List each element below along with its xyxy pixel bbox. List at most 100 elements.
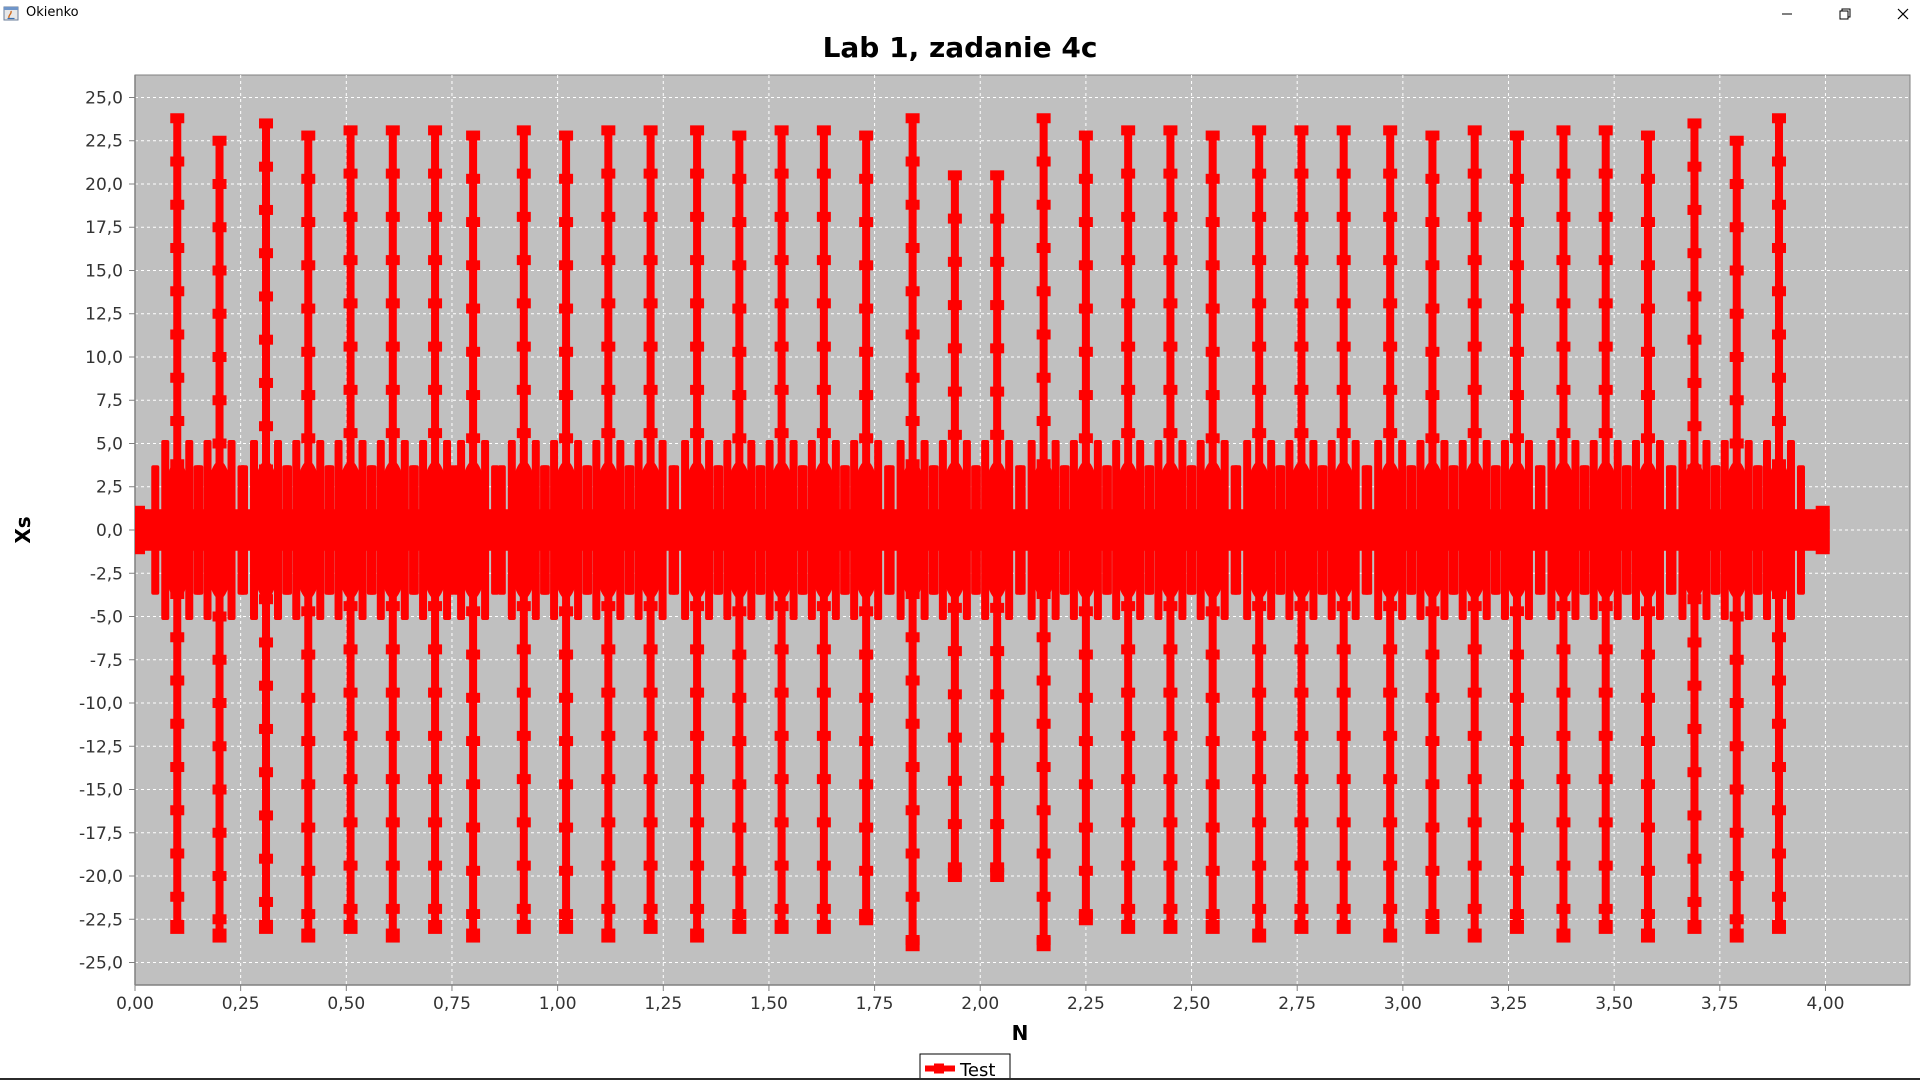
series-marker (1336, 919, 1351, 934)
series-marker (385, 211, 400, 222)
series-marker (1729, 741, 1744, 752)
series-marker (1121, 601, 1136, 612)
y-axis-label: Xs (11, 516, 35, 543)
series-marker (816, 557, 831, 568)
series-marker (1687, 767, 1702, 778)
series-marker (1205, 919, 1220, 934)
series-marker (1205, 779, 1220, 790)
series-marker (170, 113, 185, 124)
series-marker (301, 606, 316, 617)
series-ripple (1448, 465, 1457, 595)
series-marker (816, 255, 831, 266)
series-marker (1556, 903, 1571, 914)
series-marker (947, 516, 962, 527)
series-marker (690, 557, 705, 568)
series-marker (1036, 113, 1051, 124)
series-marker (1383, 644, 1398, 655)
series-marker (1687, 464, 1702, 475)
series-marker (1729, 698, 1744, 709)
series-marker (1509, 865, 1524, 876)
series-marker (1078, 346, 1093, 357)
series-marker (559, 303, 574, 314)
series-ripple (151, 465, 160, 595)
series-marker (859, 217, 874, 228)
series-marker (1336, 860, 1351, 871)
series-marker (1425, 303, 1440, 314)
series-marker (601, 341, 616, 352)
series-marker (385, 255, 400, 266)
series-marker (1598, 919, 1613, 934)
series-marker (259, 723, 274, 734)
series-marker (1687, 334, 1702, 345)
x-tick-label: 1,00 (539, 994, 577, 1014)
series-marker (990, 689, 1005, 700)
series-marker (1425, 909, 1440, 920)
series-ripple (1186, 465, 1195, 595)
series-marker (343, 428, 358, 439)
series-marker (1163, 384, 1178, 395)
series-marker (1294, 687, 1309, 698)
series-marker (774, 125, 789, 136)
series-marker (1729, 481, 1744, 492)
series-marker (343, 557, 358, 568)
series-marker (1383, 298, 1398, 309)
series-ripple (582, 465, 591, 595)
close-button[interactable] (1874, 0, 1920, 28)
series-marker (1252, 514, 1267, 525)
series-marker (690, 255, 705, 266)
y-tick-label: -10,0 (79, 694, 123, 714)
series-marker (259, 248, 274, 259)
series-marker (732, 260, 747, 271)
y-tick-label: 7,5 (96, 391, 123, 411)
series-marker (1467, 428, 1482, 439)
series-marker (1036, 848, 1051, 859)
series-marker (1729, 222, 1744, 233)
series-marker (643, 601, 658, 612)
series-spike (1208, 135, 1217, 928)
series-marker (1252, 428, 1267, 439)
series-marker (905, 805, 920, 816)
series-marker (301, 433, 316, 444)
series-marker (212, 871, 227, 882)
series-marker (1294, 341, 1309, 352)
series-marker (1121, 817, 1136, 828)
series-ripple (1710, 465, 1719, 595)
series-marker (1383, 860, 1398, 871)
series-marker (466, 909, 481, 920)
series-marker (816, 687, 831, 698)
series-marker (1078, 563, 1093, 574)
minimize-button[interactable] (1758, 0, 1816, 28)
series-marker (516, 557, 531, 568)
series-marker (1205, 822, 1220, 833)
series-marker (859, 303, 874, 314)
series-marker (1509, 130, 1524, 141)
restore-icon (1839, 8, 1851, 20)
series-marker (301, 173, 316, 184)
series-marker (1383, 471, 1398, 482)
series-marker (1294, 817, 1309, 828)
series-marker (1383, 514, 1398, 525)
x-axis-label: N (1012, 1021, 1029, 1045)
series-spike (693, 130, 702, 937)
series-marker (601, 730, 616, 741)
series-marker (1336, 471, 1351, 482)
series-marker (343, 514, 358, 525)
series-marker (259, 507, 274, 518)
series-marker (1036, 891, 1051, 902)
x-tick-label: 1,50 (750, 994, 788, 1014)
series-marker (1467, 860, 1482, 871)
series-ripple (282, 465, 291, 595)
series-marker (1640, 692, 1655, 703)
series-ripple (671, 465, 680, 595)
series-marker (1252, 903, 1267, 914)
series-marker (466, 779, 481, 790)
restore-button[interactable] (1816, 0, 1874, 28)
series-marker (905, 632, 920, 643)
series-marker (643, 774, 658, 785)
series-ripple (1752, 465, 1761, 595)
series-marker (1729, 438, 1744, 449)
series-marker (990, 868, 1005, 883)
series-marker (301, 130, 316, 141)
series-marker (1121, 298, 1136, 309)
series-ripple (1017, 465, 1026, 595)
